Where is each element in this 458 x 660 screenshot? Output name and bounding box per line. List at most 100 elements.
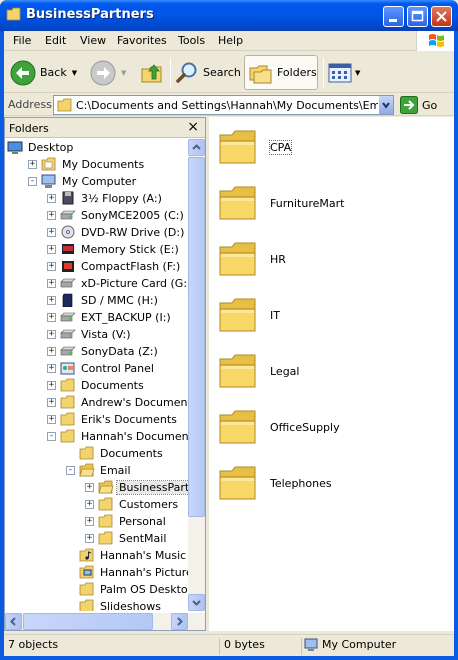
menu-view[interactable]: View (80, 34, 106, 47)
go-button[interactable]: Go (400, 95, 450, 115)
tree-item[interactable]: Desktop (5, 139, 188, 156)
close-button[interactable] (431, 6, 452, 27)
dvd-drive-icon (61, 225, 75, 239)
tree-item[interactable]: + Control Panel (5, 360, 188, 377)
expand-icon[interactable]: + (47, 347, 56, 356)
back-button[interactable]: Back ▼ (10, 55, 77, 90)
tree-item[interactable]: + EXT_BACKUP (I:) (5, 309, 188, 326)
address-input[interactable]: C:\Documents and Settings\Hannah\My Docu… (53, 95, 394, 115)
scroll-left-button[interactable] (5, 613, 22, 630)
folder-item[interactable]: IT (218, 297, 448, 337)
maximize-button[interactable] (407, 6, 428, 27)
tree-item[interactable]: - Hannah's Documents (5, 428, 188, 445)
tree-item[interactable]: + Erik's Documents (5, 411, 188, 428)
horizontal-scrollbar[interactable] (5, 613, 205, 630)
tree-item[interactable]: + Documents (5, 377, 188, 394)
tree-item[interactable]: + SonyMCE2005 (C:) (5, 207, 188, 224)
folder-name: FurnitureMart (270, 197, 345, 210)
collapse-icon[interactable]: - (28, 177, 37, 186)
menu-file[interactable]: File (13, 34, 31, 47)
tree-item[interactable]: + SonyData (Z:) (5, 343, 188, 360)
scroll-down-button[interactable] (188, 594, 205, 611)
chevron-down-icon[interactable]: ▼ (72, 69, 77, 77)
expand-icon[interactable]: + (47, 296, 56, 305)
tree-item[interactable]: + SD / MMC (H:) (5, 292, 188, 309)
tree-item[interactable]: Hannah's Pictures (5, 564, 188, 581)
tree-item[interactable]: Documents (5, 445, 188, 462)
scroll-thumb[interactable] (188, 157, 205, 517)
folders-button[interactable]: Folders (244, 55, 318, 90)
expand-icon[interactable]: + (85, 500, 94, 509)
expand-icon[interactable]: + (85, 517, 94, 526)
expand-icon[interactable]: + (47, 364, 56, 373)
tree-item[interactable]: - Email (5, 462, 188, 479)
expand-icon[interactable]: + (47, 381, 56, 390)
expand-icon[interactable]: + (47, 194, 56, 203)
folder-icon (79, 599, 94, 611)
views-button[interactable]: ▼ (328, 55, 360, 90)
folder-icon (60, 378, 75, 392)
folder-icon (60, 429, 75, 443)
tree-item[interactable]: - My Computer (5, 173, 188, 190)
folder-icon (219, 354, 256, 388)
menu-tools[interactable]: Tools (178, 34, 205, 47)
tree-item[interactable]: Slideshows (5, 598, 188, 611)
expand-icon[interactable]: + (47, 398, 56, 407)
expand-icon[interactable]: + (47, 245, 56, 254)
expand-icon[interactable]: + (28, 160, 37, 169)
expand-icon[interactable]: + (85, 534, 94, 543)
close-icon[interactable]: × (187, 119, 199, 135)
menu-favorites[interactable]: Favorites (117, 34, 167, 47)
collapse-icon[interactable]: - (47, 432, 56, 441)
scroll-up-button[interactable] (188, 139, 205, 156)
chevron-down-icon[interactable]: ▼ (355, 69, 360, 77)
folder-item[interactable]: CPA (218, 129, 448, 169)
tree-item[interactable]: + Customers (5, 496, 188, 513)
tree-item[interactable]: + Personal (5, 513, 188, 530)
expand-icon[interactable]: + (47, 262, 56, 271)
tree-item-label: CompactFlash (F:) (81, 260, 181, 273)
minimize-button[interactable] (383, 6, 404, 27)
go-arrow-icon (400, 96, 418, 114)
folder-item[interactable]: Telephones (218, 465, 448, 505)
folders-pane: Folders × Desktop + My Documents - My Comput… (4, 117, 206, 631)
tree-item[interactable]: + DVD-RW Drive (D:) (5, 224, 188, 241)
address-dropdown-button[interactable] (378, 96, 393, 114)
tree-item[interactable]: Hannah's Music (5, 547, 188, 564)
expand-icon[interactable]: + (85, 483, 94, 492)
up-folder-button[interactable] (140, 55, 164, 90)
vertical-scrollbar[interactable] (188, 139, 205, 611)
menu-help[interactable]: Help (218, 34, 243, 47)
tree-item[interactable]: + Vista (V:) (5, 326, 188, 343)
folder-item[interactable]: OfficeSupply (218, 409, 448, 449)
expand-icon[interactable]: + (47, 279, 56, 288)
collapse-icon[interactable]: - (66, 466, 75, 475)
folder-item[interactable]: HR (218, 241, 448, 281)
expand-icon[interactable]: + (47, 211, 56, 220)
tree-item[interactable]: + xD-Picture Card (G:) (5, 275, 188, 292)
expand-icon[interactable]: + (47, 228, 56, 237)
expand-icon[interactable]: + (47, 330, 56, 339)
tree-item[interactable]: +3½ Floppy (A:) (5, 190, 188, 207)
tree-item[interactable]: + My Documents (5, 156, 188, 173)
tree-item[interactable]: + Andrew's Documents (5, 394, 188, 411)
chevron-down-icon[interactable]: ▼ (121, 69, 126, 77)
scroll-thumb-horizontal[interactable] (23, 613, 153, 630)
menu-edit[interactable]: Edit (45, 34, 66, 47)
scroll-right-button[interactable] (171, 613, 188, 630)
standard-toolbar: Back ▼ ▼ Search Folders ▼ (4, 52, 454, 93)
forward-button[interactable]: ▼ (90, 55, 126, 90)
search-button[interactable]: Search (175, 55, 241, 90)
title-bar[interactable]: BusinessPartners (0, 0, 458, 31)
folder-icon (219, 466, 256, 500)
folder-icon (219, 242, 256, 276)
expand-icon[interactable]: + (47, 313, 56, 322)
tree-item[interactable]: + Memory Stick (E:) (5, 241, 188, 258)
tree-item[interactable]: + BusinessPartners (5, 479, 188, 496)
folder-item[interactable]: FurnitureMart (218, 185, 448, 225)
tree-item[interactable]: + SentMail (5, 530, 188, 547)
expand-icon[interactable]: + (47, 415, 56, 424)
tree-item[interactable]: Palm OS Desktop (5, 581, 188, 598)
tree-item[interactable]: + CompactFlash (F:) (5, 258, 188, 275)
folder-item[interactable]: Legal (218, 353, 448, 393)
